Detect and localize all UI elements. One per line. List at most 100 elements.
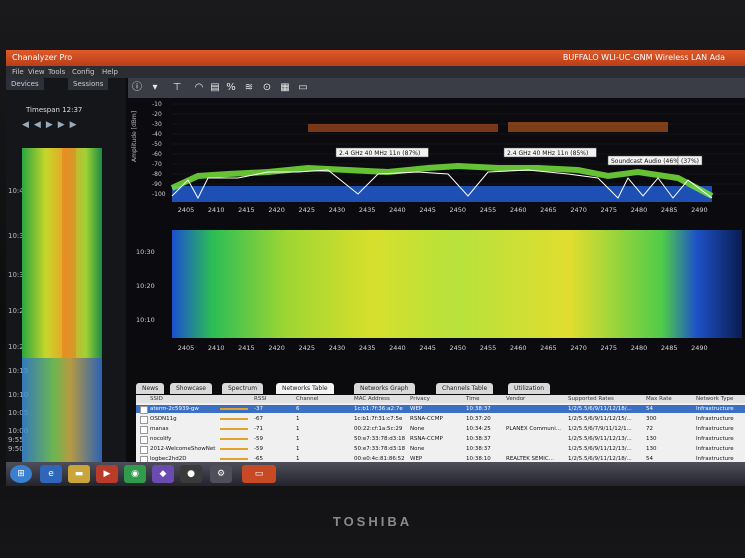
spectrum-xtick: 2470 — [570, 206, 587, 214]
menu-file[interactable]: File — [12, 66, 24, 78]
waterfall-ytick: 10:10 — [136, 316, 155, 324]
row-checkbox[interactable] — [140, 436, 148, 444]
spectrum-xtick: 2480 — [631, 206, 648, 214]
play-icon[interactable]: ▶ — [46, 120, 58, 130]
table-cell: 10:38:37 — [466, 406, 491, 412]
overview-waterfall[interactable] — [22, 148, 102, 470]
table-cell: nocolify — [150, 436, 172, 442]
table-cell: 54 — [646, 406, 653, 412]
menu-tools[interactable]: Tools — [48, 66, 65, 78]
annotation-label: 2.4 GHz 40 MHz 11n (85%) — [507, 150, 588, 157]
table-cell: RSNA-CCMP — [410, 416, 443, 422]
menu-help[interactable]: Help — [102, 66, 118, 78]
tab-networks-table[interactable]: Networks Table — [276, 383, 334, 394]
table-cell: -59 — [254, 436, 263, 442]
tab-news[interactable]: News — [136, 383, 165, 394]
table-cell: 1 — [296, 446, 300, 452]
menu-view[interactable]: View — [28, 66, 45, 78]
waterfall-xtick: 2440 — [389, 344, 406, 352]
rssi-sparkline — [220, 418, 248, 420]
waterfall-xtick: 2435 — [359, 344, 376, 352]
spectrum-ytick: -60 — [152, 151, 162, 158]
spectrum-xtick: 2465 — [540, 206, 557, 214]
grid-icon[interactable]: ▦ — [278, 81, 292, 95]
window-title: Chanalyzer Pro — [12, 53, 73, 62]
spectrum-ytick: -10 — [152, 101, 162, 108]
tab-utilization[interactable]: Utilization — [508, 383, 551, 394]
signal-icon[interactable]: ⊙ — [260, 81, 274, 95]
table-cell: 10:37:20 — [466, 416, 491, 422]
ie-icon[interactable]: e — [40, 465, 62, 483]
chrome-icon[interactable]: ◉ — [124, 465, 146, 483]
info-icon[interactable]: ⓘ — [130, 81, 144, 95]
waterfall-xtick: 2470 — [570, 344, 587, 352]
spectrum-icon[interactable]: ◠ — [192, 81, 206, 95]
spectrum-ylabel: Amplitude [dBm] — [131, 111, 138, 162]
media-icon[interactable]: ▶ — [96, 465, 118, 483]
rewind-icon[interactable]: ◀◀ — [22, 120, 46, 130]
table-cell: 10:38:37 — [466, 446, 491, 452]
percent-icon[interactable]: % — [224, 81, 238, 95]
rssi-sparkline — [220, 438, 248, 440]
start-icon[interactable]: ⊞ — [10, 465, 32, 483]
table-cell: 10:34:25 — [466, 426, 491, 432]
table-row[interactable]: manas -71 1 00:22:cf:1a:5c:29 None 10:34:25 PL… — [136, 425, 745, 434]
settings-icon[interactable]: ⚙ — [210, 465, 232, 483]
row-checkbox[interactable] — [140, 426, 148, 434]
table-cell: WEP — [410, 406, 423, 412]
windows-taskbar: ⊞ e ▬ ▶ ◉ ◆ ● ⚙ ▭ — [6, 462, 745, 486]
table-cell: 130 — [646, 436, 657, 442]
table-row[interactable]: OSDN11g -67 1 1c:b1:7f:31:c7:5e RSNA-CCMP 10:… — [136, 415, 745, 424]
tab-devices[interactable]: Devices — [6, 78, 44, 90]
table-row[interactable]: 2012-WelcomeShowNet -59 1 50:e7:33:78:d3:18… — [136, 445, 745, 454]
wifi-icon[interactable]: ≋ — [242, 81, 256, 95]
pin-icon[interactable]: ⊤ — [170, 81, 184, 95]
table-header[interactable]: SSID RSSI Channel MAC Address Privacy Time Ven… — [136, 395, 745, 403]
folder-icon[interactable]: ▬ — [68, 465, 90, 483]
menu-config[interactable]: Config — [72, 66, 94, 78]
tab-showcase[interactable]: Showcase — [170, 383, 212, 394]
waterfall-chart[interactable]: 10:30 10:20 10:10 2405 2410 2415 2420 2425 2430… — [128, 224, 745, 354]
waterfall-ytick: 10:30 — [136, 248, 155, 256]
spectrum-chart[interactable]: Amplitude [dBm] -10 -20 -30 -40 -50 -60 -70 -80… — [128, 98, 745, 220]
transport-controls[interactable]: ◀◀▶▶▶ — [22, 120, 82, 130]
row-checkbox[interactable] — [140, 446, 148, 454]
marker-icon[interactable]: ▾ — [148, 81, 162, 95]
table-row[interactable]: nocolify -59 1 50:e7:33:78:d3:18 RSNA-CCMP 10… — [136, 435, 745, 444]
forward-icon[interactable]: ▶▶ — [58, 120, 82, 130]
brand-label: TOSHIBA — [332, 514, 413, 529]
table-cell: manas — [150, 426, 169, 432]
table-row[interactable]: aterm-2c5939-gw -37 6 1c:b1:7f:36:a2:7e WEP 1… — [136, 405, 745, 414]
tab-sessions[interactable]: Sessions — [68, 78, 109, 90]
app-icon[interactable]: ◆ — [152, 465, 174, 483]
row-checkbox[interactable] — [140, 406, 148, 414]
table-cell: -71 — [254, 426, 263, 432]
waterfall-xtick: 2480 — [631, 344, 648, 352]
spectrum-ytick: -80 — [152, 171, 162, 178]
table-cell: Infrastructure — [696, 446, 734, 452]
annotation-label: (37%) — [681, 158, 699, 165]
note-icon[interactable]: ▭ — [296, 81, 310, 95]
chanalyzer-task-icon[interactable]: ▭ — [242, 465, 276, 483]
tab-networks-graph[interactable]: Networks Graph — [354, 383, 415, 394]
spectrum-xtick: 2405 — [178, 206, 195, 214]
table-cell: 300 — [646, 416, 657, 422]
table-cell: Infrastructure — [696, 426, 734, 432]
table-cell: 1c:b1:7f:31:c7:5e — [354, 416, 403, 422]
row-checkbox[interactable] — [140, 416, 148, 424]
table-cell: RSNA-CCMP — [410, 436, 443, 442]
waterfall-xtick: 2460 — [510, 344, 527, 352]
rssi-sparkline — [220, 408, 248, 410]
table-cell: 130 — [646, 446, 657, 452]
tab-spectrum[interactable]: Spectrum — [222, 383, 264, 394]
camera-icon[interactable]: ● — [180, 465, 202, 483]
table-cell: 1 — [296, 436, 300, 442]
adapter-name: BUFFALO WLI-UC-GNM Wireless LAN Ada — [562, 53, 725, 62]
tab-channels-table[interactable]: Channels Table — [436, 383, 494, 394]
spectrum-xtick: 2455 — [480, 206, 497, 214]
waterfall-xtick: 2485 — [661, 344, 678, 352]
rssi-sparkline — [220, 428, 248, 430]
table-cell: 50:e7:33:78:d3:18 — [354, 446, 406, 452]
waterfall-icon[interactable]: ▤ — [208, 81, 222, 95]
table-cell: Supported Rates — [568, 396, 614, 402]
